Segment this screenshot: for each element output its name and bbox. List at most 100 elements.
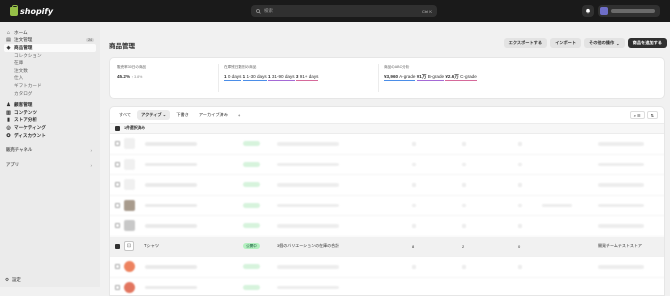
bucket-2[interactable]: 1 31-90 days xyxy=(268,74,295,81)
sidebar-item-orders[interactable]: ▤注文管理24 xyxy=(0,37,100,45)
add-product-button[interactable]: 商品を追加する xyxy=(628,38,667,48)
cell-value: 2 xyxy=(462,244,464,249)
sidebar-item-inventory[interactable]: 在庫 xyxy=(0,59,100,67)
inventory-blurred xyxy=(277,265,339,269)
page-actions: エクスポートする インポート その他の操作⌄ 商品を追加する xyxy=(504,38,667,48)
vendor-blurred xyxy=(598,265,644,269)
grade-value: ¥3,960 xyxy=(384,74,398,79)
abc-label: 商品のABC分析 xyxy=(384,65,477,70)
product-thumbnail xyxy=(124,261,135,272)
selected-count: 1件選択済み xyxy=(124,126,145,131)
tab-all[interactable]: すべて xyxy=(115,110,135,120)
search-icon: ⌕ xyxy=(634,113,636,118)
sidebar-item-label: 注文管理 xyxy=(14,37,32,43)
bucket-1[interactable]: 1 1-30 days xyxy=(243,74,267,81)
sidebar-item-purchasing[interactable]: 仕入 xyxy=(0,75,100,83)
row-checkbox[interactable] xyxy=(115,264,120,269)
row-checkbox[interactable] xyxy=(115,203,120,208)
product-title[interactable]: Tシャツ xyxy=(144,243,159,249)
vendor-blurred xyxy=(598,142,644,146)
grade-value: ¥2.6万 xyxy=(445,74,459,79)
sidebar-item-marketing[interactable]: ◎マーケティング xyxy=(0,124,100,132)
tab-archived[interactable]: アーカイブ済み xyxy=(195,110,232,120)
import-button[interactable]: インポート xyxy=(550,38,581,48)
products-table: すべて アクティブ ⌄ 下書き アーカイブ済み + ⌕☰ ⇅ 1件選択済み ⊡ … xyxy=(109,106,665,296)
abc-analysis-stat[interactable]: 商品のABC分析 ¥3,960 A-grade ¥1万 B-grade ¥2.6… xyxy=(384,65,477,80)
table-row[interactable] xyxy=(110,134,664,155)
table-tools: ⌕☰ ⇅ xyxy=(630,111,658,119)
row-checkbox[interactable] xyxy=(115,182,120,187)
discount-icon: ✪ xyxy=(6,133,11,139)
chevron-down-icon: ⌄ xyxy=(163,112,167,117)
grade-label: A-grade xyxy=(399,74,415,79)
grade-c[interactable]: ¥2.6万 C-grade xyxy=(445,74,476,81)
row-checkbox[interactable] xyxy=(115,244,120,249)
sidebar-item-discounts[interactable]: ✪ディスカウント xyxy=(0,132,100,140)
cell-blurred xyxy=(462,163,466,167)
table-row[interactable] xyxy=(110,175,664,196)
product-name-blurred xyxy=(145,204,197,208)
sidebar-item-collections[interactable]: コレクション xyxy=(0,52,100,60)
row-checkbox[interactable] xyxy=(115,223,120,228)
tab-active[interactable]: アクティブ ⌄ xyxy=(137,110,170,120)
table-row[interactable] xyxy=(110,257,664,278)
sidebar-item-label: 商品管理 xyxy=(14,45,32,51)
sell-through-delta: ↑ 3.8% xyxy=(131,75,142,79)
grade-b[interactable]: ¥1万 B-grade xyxy=(417,74,444,81)
sidebar-item-content[interactable]: ▥コンテンツ xyxy=(0,109,100,117)
table-row-selected[interactable]: ⊡ Tシャツ 公開中 3個のバリエーションの在庫の合計 8 2 0 開発チームテ… xyxy=(110,237,664,258)
sidebar-item-products[interactable]: ◈商品管理 xyxy=(4,44,96,52)
sidebar-item-label: 在庫 xyxy=(14,60,23,66)
grade-label: B-grade xyxy=(428,74,444,79)
search-bar[interactable]: 検索 Ctrl K xyxy=(251,5,437,17)
sidebar-item-home[interactable]: ⌂ホーム xyxy=(0,29,100,37)
cell-blurred xyxy=(462,224,466,228)
add-view-button[interactable]: + xyxy=(234,111,244,120)
chevron-right-icon: › xyxy=(91,163,92,168)
inventory-blurred xyxy=(277,204,339,208)
sell-through-stat[interactable]: 販売率30日の商品 45.2% ↑ 3.8% xyxy=(117,65,146,79)
row-checkbox[interactable] xyxy=(115,141,120,146)
bucket-0[interactable]: 1 0 days xyxy=(224,74,241,81)
shopify-logo[interactable]: shopify xyxy=(10,7,53,16)
sidebar-item-order-count[interactable]: 注文数 xyxy=(0,67,100,75)
status-badge xyxy=(243,141,260,146)
stat-divider xyxy=(378,64,379,92)
table-row[interactable] xyxy=(110,196,664,217)
sort-button[interactable]: ⇅ xyxy=(647,111,658,119)
cell-blurred xyxy=(518,224,522,228)
days-inventory-stat[interactable]: 在庫残日数別の商品 1 0 days 1 1-30 days 1 31-90 d… xyxy=(224,65,318,79)
sidebar-item-settings[interactable]: ⚙設定 xyxy=(5,277,21,283)
sidebar-item-analytics[interactable]: ▮ストア分析 xyxy=(0,117,100,125)
gear-icon: ⚙ xyxy=(5,277,9,283)
bucket-count: 1 xyxy=(268,74,271,79)
person-icon: ♟ xyxy=(6,102,11,108)
export-button[interactable]: エクスポートする xyxy=(504,38,547,48)
table-row[interactable] xyxy=(110,155,664,176)
bucket-3[interactable]: 3 91+ days xyxy=(296,74,319,81)
settings-label: 設定 xyxy=(12,277,21,283)
sales-channels-section[interactable]: 販売チャネル› xyxy=(0,145,100,155)
sort-icon: ⇅ xyxy=(651,113,654,118)
status-badge xyxy=(243,285,260,290)
product-name-blurred xyxy=(145,265,197,269)
store-menu[interactable] xyxy=(598,5,660,17)
more-actions-button[interactable]: その他の操作⌄ xyxy=(584,38,625,48)
search-filter-button[interactable]: ⌕☰ xyxy=(630,111,645,119)
grade-a[interactable]: ¥3,960 A-grade xyxy=(384,74,415,81)
sidebar-item-catalogs[interactable]: カタログ xyxy=(0,90,100,98)
row-checkbox[interactable] xyxy=(115,285,120,290)
row-checkbox[interactable] xyxy=(115,162,120,167)
apps-section[interactable]: アプリ› xyxy=(0,160,100,170)
cell-blurred xyxy=(518,204,522,208)
sidebar-item-label: 仕入 xyxy=(14,75,23,81)
bell-icon[interactable] xyxy=(582,5,594,17)
select-all-checkbox[interactable] xyxy=(115,126,120,131)
product-name-blurred xyxy=(145,224,197,228)
status-badge xyxy=(243,203,260,208)
sidebar-item-gift-cards[interactable]: ギフトカード xyxy=(0,82,100,90)
inbox-icon: ▤ xyxy=(6,37,11,43)
table-row[interactable] xyxy=(110,216,664,237)
tab-draft[interactable]: 下書き xyxy=(172,110,193,120)
sidebar-item-customers[interactable]: ♟顧客管理 xyxy=(0,101,100,109)
